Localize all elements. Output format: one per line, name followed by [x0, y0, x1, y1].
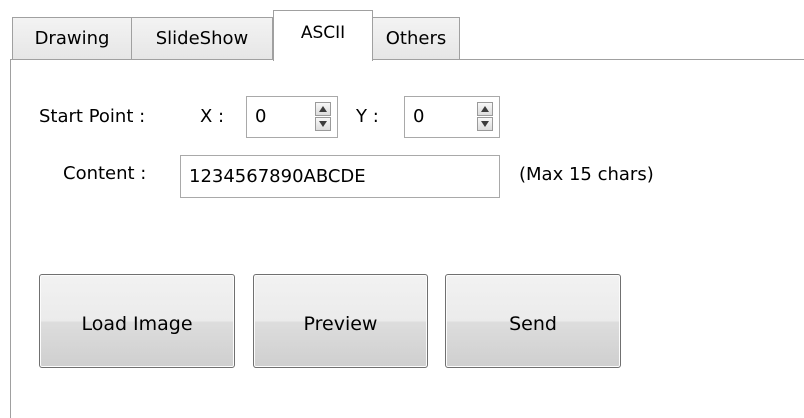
tab-drawing[interactable]: Drawing [12, 17, 132, 60]
tab-strip: Drawing SlideShow ASCII Others [0, 0, 804, 61]
ascii-settings-window: Drawing SlideShow ASCII Others Start Poi… [0, 0, 804, 418]
y-spin-down-button[interactable] [477, 117, 493, 131]
send-button[interactable]: Send [445, 274, 621, 368]
tab-drawing-label: Drawing [34, 28, 110, 49]
y-value: 0 [413, 106, 425, 127]
y-spinner[interactable]: 0 [404, 96, 500, 138]
x-spin-down-button[interactable] [315, 117, 331, 131]
x-spinner[interactable]: 0 [246, 96, 338, 138]
ascii-tab-panel: Start Point : X : 0 Y : 0 Content: 1234… [10, 59, 804, 418]
content-input[interactable]: 1234567890ABCDE [180, 155, 500, 198]
x-label: X : [200, 106, 225, 127]
x-value: 0 [255, 106, 267, 127]
content-hint: (Max 15 chars) [519, 164, 654, 185]
tab-ascii-label: ASCII [300, 23, 346, 43]
preview-button[interactable]: Preview [253, 274, 428, 368]
y-spin-up-button[interactable] [477, 102, 493, 116]
start-point-label: Start Point : [39, 106, 146, 127]
content-label: Content : [63, 163, 147, 184]
load-image-button[interactable]: Load Image [39, 274, 235, 368]
triangle-up-icon [481, 106, 489, 112]
tab-others[interactable]: Others [373, 17, 460, 60]
triangle-up-icon [319, 106, 327, 112]
triangle-down-icon [319, 121, 327, 127]
tab-ascii[interactable]: ASCII [273, 10, 373, 61]
x-spinner-buttons [315, 102, 331, 132]
x-spin-up-button[interactable] [315, 102, 331, 116]
triangle-down-icon [481, 121, 489, 127]
tab-slideshow[interactable]: SlideShow [132, 17, 273, 60]
tab-slideshow-label: SlideShow [155, 28, 249, 49]
y-label: Y : [356, 106, 379, 127]
y-spinner-buttons [477, 102, 493, 132]
tab-others-label: Others [385, 28, 447, 49]
